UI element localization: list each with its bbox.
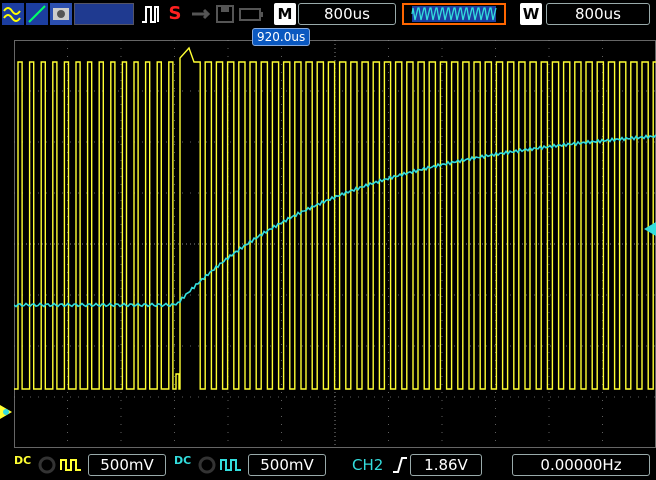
memory-depth-bar[interactable] <box>74 3 134 25</box>
trigger-source[interactable]: CH2 <box>352 456 383 474</box>
window-waveform-preview[interactable] <box>402 3 506 25</box>
ch2-invert-icon[interactable] <box>196 456 218 474</box>
main-timebase-value[interactable]: 800us <box>298 3 396 25</box>
ch2-coupling[interactable]: DC <box>174 455 191 466</box>
trigger-level[interactable]: 1.86V <box>410 454 482 476</box>
waveform-graticule <box>13 40 656 448</box>
ch1-scale[interactable]: 500mV <box>88 454 166 476</box>
rising-edge-icon[interactable] <box>392 456 408 474</box>
ch2-bandwidth-icon[interactable] <box>220 456 242 474</box>
ch1-coupling[interactable]: DC <box>14 455 31 466</box>
ch1-invert-icon[interactable] <box>36 456 58 474</box>
usb-icon <box>190 3 212 25</box>
window-timebase-tag: W <box>520 3 542 25</box>
ch1-ground-marker[interactable] <box>0 404 14 420</box>
battery-icon <box>238 3 264 25</box>
bottom-status-bar: DC 500mV DC 500mV CH2 1.86V 0.00000Hz <box>0 452 656 480</box>
ch1-bandwidth-icon[interactable] <box>60 456 82 474</box>
top-toolbar: S M 800us W 800us <box>0 0 656 30</box>
trigger-frequency: 0.00000Hz <box>512 454 650 476</box>
waveform-view-icon[interactable] <box>2 3 24 25</box>
main-timebase-tag: M <box>274 3 296 25</box>
window-timebase-value[interactable]: 800us <box>546 3 650 25</box>
waveform-display[interactable] <box>13 40 656 448</box>
run-state-indicator[interactable]: S <box>166 3 184 25</box>
screenshot-icon[interactable] <box>50 3 72 25</box>
trigger-position-label[interactable]: 920.0us <box>252 28 311 46</box>
ch2-scale[interactable]: 500mV <box>248 454 326 476</box>
pulse-trigger-icon[interactable] <box>140 3 162 25</box>
trigger-level-marker[interactable] <box>642 221 656 237</box>
line-display-icon[interactable] <box>26 3 48 25</box>
ch1-trace <box>14 46 656 390</box>
save-icon[interactable] <box>214 3 236 25</box>
